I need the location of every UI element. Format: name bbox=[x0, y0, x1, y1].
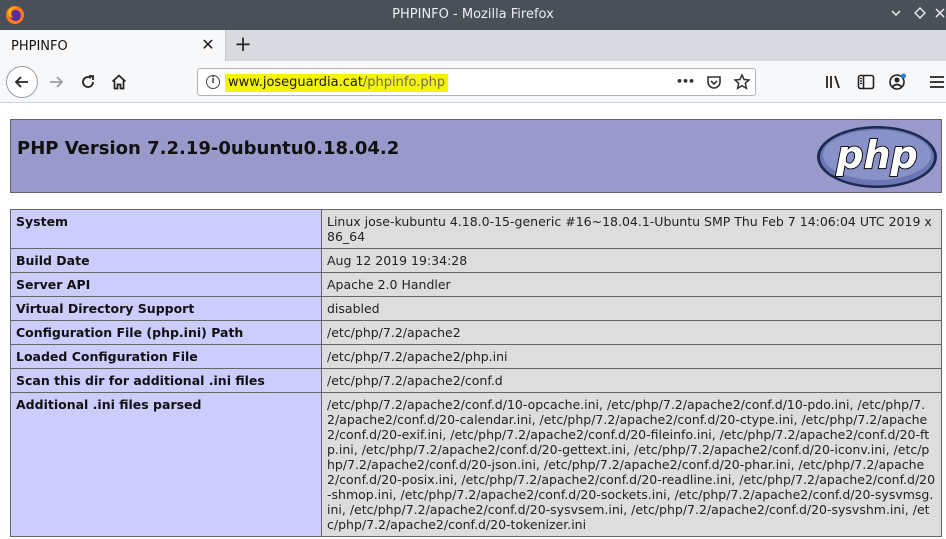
account-icon bbox=[889, 73, 906, 90]
row-key: System bbox=[10, 209, 322, 249]
bookmark-button[interactable] bbox=[731, 72, 753, 92]
table-row: Loaded Configuration File/etc/php/7.2/ap… bbox=[10, 344, 942, 369]
window-titlebar: PHPINFO - Mozilla Firefox bbox=[0, 0, 946, 30]
back-button[interactable] bbox=[6, 66, 38, 98]
forward-arrow-icon bbox=[50, 76, 64, 88]
url-bar[interactable]: i www.joseguardia.cat/phpinfo.php ••• bbox=[197, 68, 756, 96]
sidebar-icon bbox=[857, 74, 875, 90]
tab-close-icon[interactable]: ✕ bbox=[200, 36, 216, 54]
row-key: Virtual Directory Support bbox=[10, 296, 322, 321]
bookmark-star-icon bbox=[733, 73, 751, 90]
tab-strip: PHPINFO ✕ + bbox=[0, 30, 946, 61]
row-value: Apache 2.0 Handler bbox=[321, 272, 942, 297]
page-content: PHP Version 7.2.19-0ubuntu0.18.04.2 php … bbox=[0, 104, 946, 539]
php-version-header: PHP Version 7.2.19-0ubuntu0.18.04.2 php bbox=[10, 119, 942, 193]
url-text[interactable]: www.joseguardia.cat/phpinfo.php bbox=[225, 74, 449, 92]
reload-button[interactable] bbox=[72, 66, 104, 98]
php-logo[interactable]: php bbox=[816, 125, 938, 189]
table-row: Additional .ini files parsed/etc/php/7.2… bbox=[10, 392, 942, 537]
row-key: Additional .ini files parsed bbox=[10, 392, 322, 537]
php-logo-text: php bbox=[835, 133, 917, 177]
row-value: /etc/php/7.2/apache2/php.ini bbox=[321, 344, 942, 369]
new-tab-button[interactable]: + bbox=[233, 34, 253, 55]
home-button[interactable] bbox=[103, 66, 135, 98]
maximize-diamond-icon[interactable] bbox=[911, 6, 929, 24]
sidebar-button[interactable] bbox=[855, 71, 877, 93]
library-icon bbox=[826, 75, 840, 89]
tab-phpinfo[interactable]: PHPINFO ✕ bbox=[0, 30, 226, 61]
reload-icon bbox=[82, 75, 94, 88]
library-button[interactable] bbox=[823, 71, 845, 93]
more-actions-icon[interactable]: ••• bbox=[674, 72, 696, 92]
row-value: /etc/php/7.2/apache2/conf.d bbox=[321, 368, 942, 393]
tab-title: PHPINFO bbox=[11, 39, 68, 54]
table-row: Server API Apache 2.0 Handler bbox=[10, 272, 942, 297]
table-row: System Linux jose-kubuntu 4.18.0-15-gener… bbox=[10, 209, 942, 249]
row-value: /etc/php/7.2/apache2/conf.d/10-opcache.i… bbox=[321, 392, 942, 537]
row-key: Configuration File (php.ini) Path bbox=[10, 320, 322, 345]
row-key: Server API bbox=[10, 272, 322, 297]
menu-icon bbox=[930, 76, 944, 88]
back-arrow-icon bbox=[14, 76, 28, 88]
minimize-chevron-icon[interactable] bbox=[887, 6, 905, 24]
row-key: Loaded Configuration File bbox=[10, 344, 322, 369]
php-info-table: System Linux jose-kubuntu 4.18.0-15-gener… bbox=[10, 209, 942, 537]
info-icon[interactable]: i bbox=[206, 75, 220, 89]
pocket-icon bbox=[707, 76, 721, 89]
row-value: Aug 12 2019 19:34:28 bbox=[321, 248, 942, 273]
url-path: /phpinfo.php bbox=[362, 75, 446, 90]
row-value: Linux jose-kubuntu 4.18.0-15-generic #16… bbox=[321, 209, 942, 249]
window-close-icon[interactable] bbox=[931, 6, 946, 24]
table-row: Build Date Aug 12 2019 19:34:28 bbox=[10, 248, 942, 273]
table-row: Configuration File (php.ini) Path/etc/ph… bbox=[10, 320, 942, 345]
table-row: Virtual Directory Support disabled bbox=[10, 296, 942, 321]
account-button[interactable] bbox=[887, 71, 909, 93]
table-row: Scan this dir for additional .ini files /… bbox=[10, 368, 942, 393]
php-version-heading: PHP Version 7.2.19-0ubuntu0.18.04.2 bbox=[17, 138, 400, 159]
window-title: PHPINFO - Mozilla Firefox bbox=[392, 7, 554, 22]
row-value: disabled bbox=[321, 296, 942, 321]
forward-button[interactable] bbox=[40, 66, 72, 98]
row-key: Build Date bbox=[10, 248, 322, 273]
home-icon bbox=[111, 74, 127, 90]
row-value: /etc/php/7.2/apache2 bbox=[321, 320, 942, 345]
pocket-button[interactable] bbox=[703, 72, 725, 92]
url-host: www.joseguardia.cat bbox=[228, 75, 363, 90]
row-key: Scan this dir for additional .ini files bbox=[10, 368, 322, 393]
menu-button[interactable] bbox=[926, 71, 946, 93]
